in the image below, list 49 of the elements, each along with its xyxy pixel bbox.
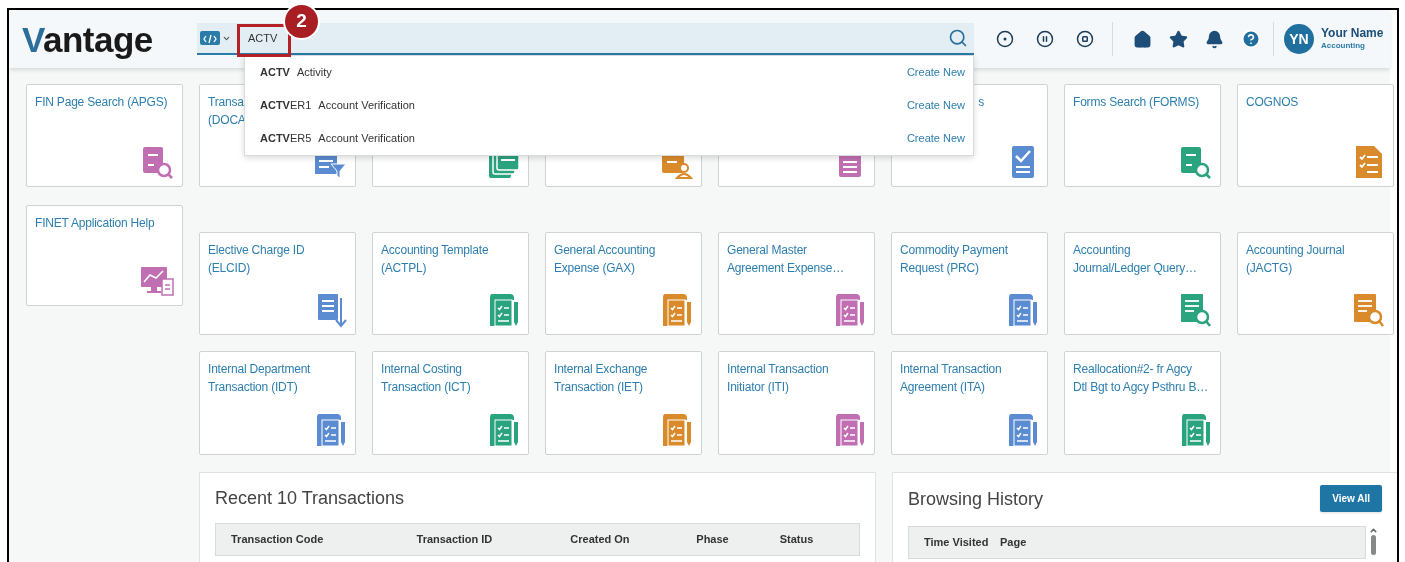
tile-title: s bbox=[978, 94, 984, 111]
tile-title: Accounting Template bbox=[381, 242, 489, 259]
tile-title: Internal Transaction bbox=[727, 361, 829, 378]
tile-title: Accounting Journal bbox=[1246, 242, 1345, 259]
suggestion-description: Activity bbox=[296, 65, 332, 81]
tile-title: COGNOS bbox=[1246, 94, 1299, 111]
tile-title: Reallocation#2- fr Agcy bbox=[1073, 361, 1192, 378]
column-header: Transaction ID bbox=[416, 532, 494, 548]
tile-title: Commodity Payment bbox=[900, 242, 1008, 259]
tile-title: Internal Department bbox=[208, 361, 311, 378]
column-header: Status bbox=[779, 532, 815, 548]
tile-title: Internal Transaction bbox=[900, 361, 1002, 378]
tile-title: Agreement Expense… bbox=[727, 260, 845, 277]
suggestion-code: ACTVER5 bbox=[260, 131, 312, 147]
tile-title: Initiator (ITI) bbox=[727, 379, 789, 396]
column-header: Transaction Code bbox=[231, 532, 325, 548]
tile-title: Accounting bbox=[1073, 242, 1131, 259]
tile-title: Dtl Bgt to Agcy Psthru B… bbox=[1073, 379, 1209, 396]
column-header: Time Visited bbox=[924, 535, 990, 551]
tile-title: (ELCID) bbox=[208, 260, 250, 277]
suggestion-code: ACTVER1 bbox=[260, 98, 312, 114]
panel-title: Browsing History bbox=[908, 487, 1044, 510]
tile-title: Elective Charge ID bbox=[208, 242, 305, 259]
panel-title: Recent 10 Transactions bbox=[215, 487, 406, 509]
tile-title: (ACTPL) bbox=[381, 260, 427, 277]
tile-title: Transaction (ICT) bbox=[381, 379, 471, 396]
tile-title: (DOCA bbox=[208, 112, 246, 129]
tile-title: FINET Application Help bbox=[35, 215, 155, 232]
tile-title: Expense (GAX) bbox=[554, 260, 635, 277]
column-header: Created On bbox=[570, 532, 631, 548]
tile-title: General Master bbox=[727, 242, 807, 259]
tile-title: Internal Exchange bbox=[554, 361, 648, 378]
tile-title: FIN Page Search (APGS) bbox=[35, 94, 168, 111]
tile-title: (JACTG) bbox=[1246, 260, 1292, 277]
user-name: Your Name bbox=[1321, 26, 1384, 40]
tile-title: Transa bbox=[208, 94, 244, 111]
tile-title: General Accounting bbox=[554, 242, 656, 259]
tile-title: Journal/Ledger Query… bbox=[1073, 260, 1197, 277]
tile-title: Agreement (ITA) bbox=[900, 379, 985, 396]
column-header: Page bbox=[1000, 535, 1028, 551]
user-role: Accounting bbox=[1321, 40, 1366, 52]
tile-title: Request (PRC) bbox=[900, 260, 979, 277]
tile-title: Transaction (IDT) bbox=[208, 379, 298, 396]
column-header: Phase bbox=[696, 532, 730, 548]
suggestion-code: ACTV bbox=[260, 65, 290, 81]
tile-title: Internal Costing bbox=[381, 361, 462, 378]
tile-title: Transaction (IET) bbox=[554, 379, 643, 396]
logo: Vantage bbox=[22, 21, 154, 57]
tile-title: Forms Search (FORMS) bbox=[1073, 94, 1199, 111]
